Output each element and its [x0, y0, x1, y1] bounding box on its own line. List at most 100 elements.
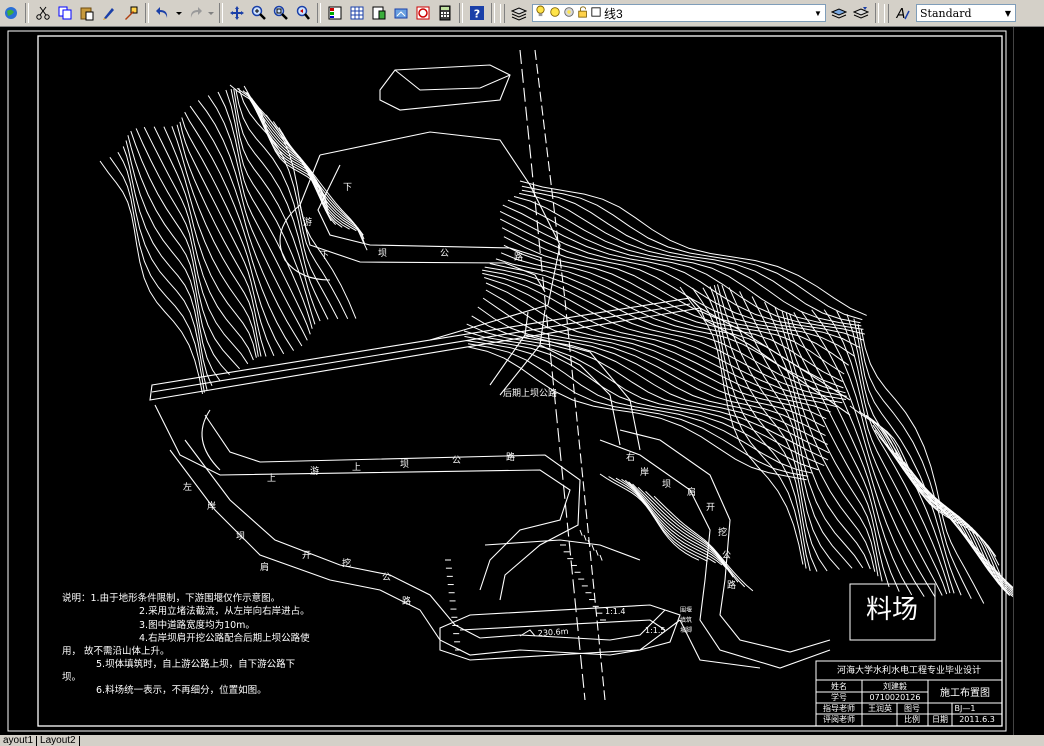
road-label-char: 坝	[236, 531, 245, 542]
note-line-2: 2.采用立堵法截流，从左岸向右岸进占。	[139, 605, 310, 617]
slope-label-2: 1:1.5	[645, 626, 666, 635]
note-line-4: 4.右岸坝肩开挖公路配合后期上坝公路使	[139, 632, 310, 644]
slope-tick	[579, 529, 583, 536]
redo-dropdown-icon[interactable]	[207, 3, 215, 23]
tab-layout2[interactable]: Layout2	[37, 736, 80, 746]
sun-icon	[549, 6, 561, 21]
make-current-layer-icon[interactable]	[829, 3, 849, 23]
note-line-5: 用， 故不需沿山体上升。	[62, 645, 170, 657]
terrain-contours	[99, 84, 1014, 604]
paste-icon[interactable]	[77, 3, 97, 23]
sheet-set-icon[interactable]	[391, 3, 411, 23]
markup-set-icon[interactable]	[413, 3, 433, 23]
calculator-icon[interactable]	[435, 3, 455, 23]
road-label-char: 游	[310, 465, 319, 477]
note-line-8: 6.料场统一表示，不再细分，位置如图。	[96, 684, 267, 696]
road-label-char: 公	[452, 455, 461, 466]
globe-icon[interactable]	[1, 3, 21, 23]
vertical-scrollbar[interactable]	[1013, 27, 1044, 735]
contour-line	[653, 495, 754, 592]
svg-text:?: ?	[474, 8, 480, 21]
svg-text:A: A	[896, 7, 906, 21]
text-style-name: Standard	[920, 6, 972, 20]
block-editor-icon[interactable]	[121, 3, 141, 23]
road-label-char: 挖	[718, 526, 727, 538]
layer-name: 线3	[604, 6, 623, 21]
drawing-svg[interactable]: 下游下坝公路上游上坝公路左岸坝肩开挖公路右岸坝肩开挖公路后期上坝公路 230.6…	[0, 27, 1014, 735]
note-line-6: 5.坝体填筑时，自上游公路上坝，自下游公路下	[96, 658, 295, 670]
road-label-char: 公	[382, 572, 391, 583]
slope-tick	[583, 534, 587, 541]
road-label-char: 路	[402, 595, 411, 607]
drawing-canvas[interactable]: 下游下坝公路上游上坝公路左岸坝肩开挖公路右岸坝肩开挖公路后期上坝公路 230.6…	[0, 27, 1014, 735]
road-label-char: 路	[727, 579, 736, 591]
help-icon[interactable]: ?	[467, 3, 487, 23]
tool-palettes-icon[interactable]	[369, 3, 389, 23]
contour-line	[503, 244, 843, 383]
contour-line	[599, 473, 700, 561]
scale-label: 比例	[904, 714, 920, 724]
text-style-dropdown[interactable]: Standard ▼	[916, 4, 1016, 22]
design-center-icon[interactable]	[347, 3, 367, 23]
layout-tabs: ayout1 Layout2	[0, 735, 1044, 746]
road-label-char: 路	[514, 251, 523, 263]
tab-layout1[interactable]: ayout1	[0, 736, 38, 746]
zoom-realtime-icon[interactable]	[249, 3, 269, 23]
zoom-window-icon[interactable]	[271, 3, 291, 23]
road-label-char: 挖	[342, 557, 351, 569]
undo-dropdown-icon[interactable]	[175, 3, 183, 23]
river-line	[534, 49, 606, 701]
road-label-char: 下	[320, 251, 329, 261]
contour-line	[495, 258, 846, 394]
contour-line	[800, 310, 936, 597]
redo-icon[interactable]	[185, 3, 205, 23]
slope-tick	[591, 544, 595, 551]
slope-tick	[595, 549, 599, 556]
name-label: 姓名	[831, 681, 847, 691]
dimension-length: 230.6m	[538, 627, 569, 638]
road-label-char: 坝	[378, 248, 387, 259]
contour-line	[171, 126, 262, 357]
layer-manager-icon[interactable]	[509, 3, 529, 23]
advisor-label: 指导老师	[823, 703, 855, 713]
text-style-icon[interactable]: A	[893, 3, 913, 23]
layer-dropdown[interactable]: 线3 ▼	[532, 4, 826, 22]
road-label-char: 岸	[640, 467, 649, 478]
contour-line	[466, 340, 813, 474]
road-label-char: 坝	[662, 479, 671, 490]
note-line-7: 坝。	[62, 672, 81, 683]
drawing-no-value: BJ—1	[955, 704, 976, 713]
contour-line	[501, 227, 849, 366]
road-label-char: 左	[183, 481, 192, 493]
undo-icon[interactable]	[153, 3, 173, 23]
chevron-down-icon[interactable]: ▼	[1001, 5, 1015, 21]
side-note-1: 围堰	[680, 606, 692, 614]
standard-toolbar: ? 线3 ▼ A Standard ▼	[0, 0, 1044, 27]
match-properties-icon[interactable]	[99, 3, 119, 23]
zoom-previous-icon[interactable]	[293, 3, 313, 23]
id-value: 0710020126	[870, 693, 921, 702]
layer-previous-icon[interactable]	[851, 3, 871, 23]
road-label-char: 开	[706, 502, 715, 513]
title-block-text: 河海大学水利水电工程专业毕业设计 姓名 刘建毅 学号 0710020126 施工…	[823, 664, 995, 724]
properties-icon[interactable]	[325, 3, 345, 23]
design-notes: 说明：1.由于地形条件限制，下游围堰仅作示意图。 2.采用立堵法截流，从左岸向右…	[62, 592, 310, 696]
pan-icon[interactable]	[227, 3, 247, 23]
id-label: 学号	[831, 692, 847, 702]
contour-line	[135, 128, 249, 365]
name-value: 刘建毅	[883, 681, 907, 691]
drawing-title: 施工布置图	[940, 686, 990, 699]
stockyard-label: 料场	[866, 595, 918, 625]
road-label-char: 路	[506, 451, 515, 463]
viewport-sun-icon	[563, 6, 575, 21]
road-label-char: 公	[440, 248, 449, 259]
chevron-down-icon[interactable]: ▼	[811, 5, 825, 21]
copy-icon[interactable]	[55, 3, 75, 23]
road-label-char: 上	[267, 473, 276, 484]
cut-icon[interactable]	[33, 3, 53, 23]
school-title: 河海大学水利水电工程专业毕业设计	[837, 664, 981, 676]
contour-line	[471, 315, 830, 454]
road-label-char: 肩	[260, 561, 269, 573]
contour-line	[163, 126, 259, 357]
note-line-1: 说明：1.由于地形条件限制，下游围堰仅作示意图。	[62, 592, 280, 604]
